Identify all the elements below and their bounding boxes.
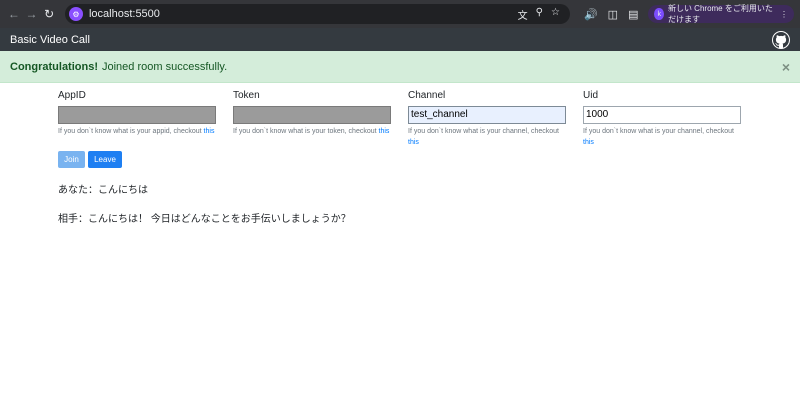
- github-icon[interactable]: [772, 30, 790, 49]
- appid-help-link[interactable]: this: [204, 128, 215, 135]
- alert-strong-text: Congratulations!: [10, 60, 98, 73]
- uid-input[interactable]: [583, 105, 741, 124]
- uid-label: Uid: [583, 90, 599, 101]
- close-icon[interactable]: ×: [782, 59, 790, 75]
- appid-input[interactable]: [58, 105, 216, 124]
- extensions-icon[interactable]: ◫: [608, 8, 618, 21]
- token-group: Token If you don`t know what is your tok…: [233, 90, 391, 148]
- app-navbar: Basic Video Call: [0, 28, 800, 51]
- token-help: If you don`t know what is your token, ch…: [233, 127, 390, 135]
- reload-icon[interactable]: ↻: [41, 5, 57, 23]
- media-icon[interactable]: 🔊: [584, 8, 598, 21]
- url-text: localhost:5500: [88, 8, 160, 20]
- channel-help-link[interactable]: this: [408, 139, 419, 146]
- uid-help-link[interactable]: this: [583, 139, 594, 146]
- uid-help: If you don`t know what is your channel, …: [583, 127, 734, 146]
- chrome-update-button[interactable]: k 新しい Chrome をご利用いただけます ⋮: [648, 4, 794, 24]
- browser-toolbar: ← → ↻ ⚙ localhost:5500 文 ⚲ ☆ 🔊 ◫ ▤ k 新しい…: [0, 0, 800, 28]
- channel-group: Channel If you don`t know what is your c…: [408, 90, 566, 148]
- channel-label: Channel: [408, 90, 446, 101]
- alert-message: Joined room successfully.: [102, 60, 228, 73]
- appid-help: If you don`t know what is your appid, ch…: [58, 127, 215, 135]
- update-prompt-text: 新しい Chrome をご利用いただけます: [667, 4, 773, 24]
- app-title[interactable]: Basic Video Call: [10, 34, 90, 46]
- appid-group: AppID If you don`t know what is your app…: [58, 90, 216, 148]
- leave-button[interactable]: Leave: [88, 150, 122, 168]
- bookmark-star-icon[interactable]: ☆: [551, 7, 560, 22]
- join-form: AppID If you don`t know what is your app…: [0, 90, 800, 225]
- success-alert: Congratulations! Joined room successfull…: [0, 51, 800, 83]
- forward-icon[interactable]: →: [24, 5, 40, 23]
- side-panel-icon[interactable]: ▤: [628, 8, 638, 21]
- menu-icon[interactable]: ⋮: [780, 10, 788, 19]
- chat-messages: あなた：こんにちは 相手：こんにちは！ 今日はどんなことをお手伝いしましょうか？: [58, 181, 800, 225]
- appid-label: AppID: [58, 90, 86, 101]
- zoom-icon[interactable]: ⚲: [536, 7, 543, 22]
- address-bar[interactable]: ⚙ localhost:5500 文 ⚲ ☆: [64, 4, 570, 24]
- uid-group: Uid If you don`t know what is your chann…: [583, 90, 741, 148]
- translate-icon[interactable]: 文: [518, 7, 528, 22]
- chat-message: 相手：こんにちは！ 今日はどんなことをお手伝いしましょうか？: [58, 213, 351, 225]
- channel-input[interactable]: [408, 105, 566, 124]
- token-label: Token: [233, 90, 260, 101]
- chat-message: あなた：こんにちは: [58, 184, 148, 196]
- site-info-icon[interactable]: ⚙: [68, 7, 83, 21]
- token-help-link[interactable]: this: [379, 128, 390, 135]
- join-button[interactable]: Join: [58, 150, 85, 168]
- channel-help: If you don`t know what is your channel, …: [408, 127, 559, 146]
- back-icon[interactable]: ←: [6, 5, 22, 23]
- token-input[interactable]: [233, 105, 391, 124]
- profile-avatar[interactable]: k: [654, 8, 664, 20]
